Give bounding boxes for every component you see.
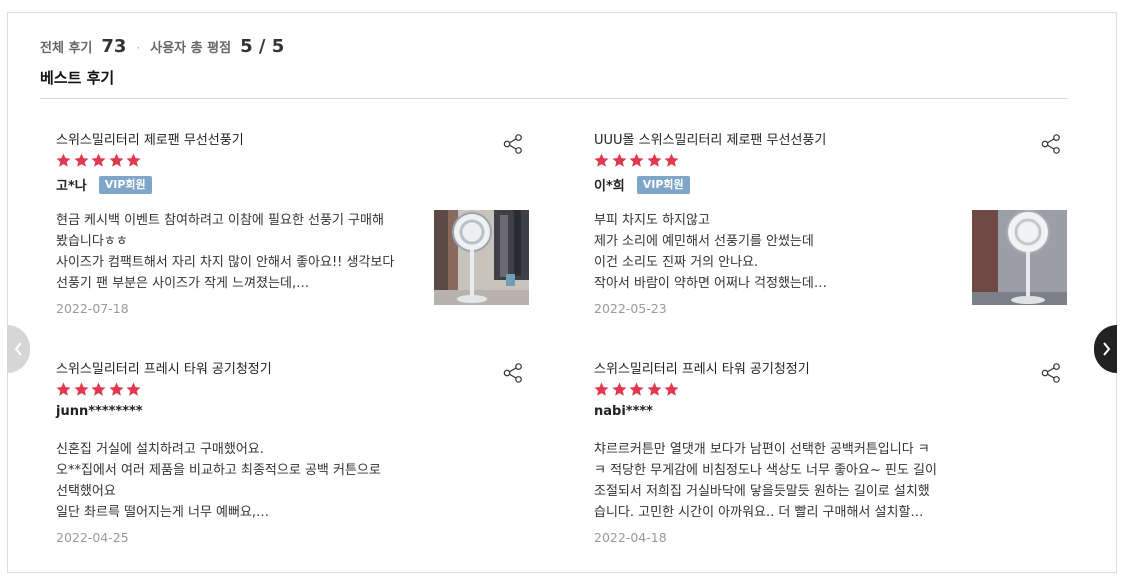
reviewer-name: 이*희	[594, 179, 625, 194]
rating-stars	[55, 152, 143, 169]
review-text-line: 챠르르커튼만 열댓개 보다가 남편이 선택한 공백커튼입니다 ㅋ	[594, 442, 930, 457]
review-date: 2022-05-23	[594, 301, 667, 316]
star-icon	[628, 152, 645, 169]
review-text-line: 이건 소리도 진짜 거의 안나요.	[594, 255, 759, 270]
share-icon[interactable]	[502, 133, 524, 155]
review-date: 2022-04-18	[594, 530, 667, 545]
star-icon	[55, 152, 72, 169]
star-icon	[593, 152, 610, 169]
review-text[interactable]: 부피 차지도 하지않고 제가 소리에 예민해서 선풍기를 안썼는데 이건 소리도…	[594, 210, 954, 294]
review-summary: 전체 후기 73 · 사용자 총 평점 5 / 5	[40, 36, 284, 57]
review-photo[interactable]	[972, 210, 1067, 305]
review-product-name[interactable]: 스위스밀리터리 프레시 타워 공기청정기	[594, 358, 810, 377]
chevron-right-icon	[1102, 342, 1110, 356]
share-icon[interactable]	[502, 362, 524, 384]
review-text-line: 조절되서 저희집 거실바닥에 닿을듯말듯 원하는 길이로 설치했	[594, 484, 930, 499]
star-icon	[593, 381, 610, 398]
best-reviews-title: 베스트 후기	[40, 69, 115, 87]
star-icon	[663, 381, 680, 398]
review-text-line: ㅋ 적당한 무게감에 비침정도나 색상도 너무 좋아요~ 핀도 길이	[594, 463, 937, 478]
review-text-line: 현금 케시백 이벤트 참여하려고 이참에 필요한 선풍기 구매해	[56, 213, 384, 228]
review-card[interactable]: 스위스밀리터리 제로팬 무선선풍기 고*나 VIP회원 현금 케시백 이벤트 참…	[56, 129, 546, 344]
review-text[interactable]: 현금 케시백 이벤트 참여하려고 이참에 필요한 선풍기 구매해 봤습니다ㅎㅎ …	[56, 210, 416, 294]
star-icon	[611, 381, 628, 398]
review-text-line: 선택했어요	[56, 484, 116, 499]
review-card[interactable]: 스위스밀리터리 프레시 타워 공기청정기 junn******** 신혼집 거실…	[56, 358, 546, 573]
review-text-line: 작아서 바람이 약하면 어쩌나 걱정했는데…	[594, 276, 827, 291]
star-icon	[55, 381, 72, 398]
star-icon	[611, 152, 628, 169]
review-text[interactable]: 신혼집 거실에 설치하려고 구매했어요. 오**집에서 여러 제품을 비교하고 …	[56, 439, 416, 523]
star-icon	[646, 381, 663, 398]
star-icon	[125, 152, 142, 169]
review-text-line: 오**집에서 여러 제품을 비교하고 최종적으로 공백 커튼으로	[56, 463, 381, 478]
review-product-name[interactable]: 스위스밀리터리 제로팬 무선선풍기	[56, 129, 244, 148]
star-icon	[108, 381, 125, 398]
total-reviews-count: 73	[101, 36, 127, 57]
star-icon	[73, 152, 90, 169]
reviewer: junn********	[56, 404, 143, 419]
vip-badge: VIP회원	[636, 175, 690, 194]
review-text-line: 부피 차지도 하지않고	[594, 213, 710, 228]
review-text-line: 제가 소리에 예민해서 선풍기를 안썼는데	[594, 234, 814, 249]
summary-separator: ·	[136, 41, 141, 55]
review-date: 2022-07-18	[56, 301, 129, 316]
star-icon	[663, 152, 680, 169]
average-rating-label: 사용자 총 평점	[150, 41, 232, 56]
review-photo[interactable]	[434, 210, 529, 305]
star-icon	[125, 381, 142, 398]
review-text-line: 일단 촤르륵 떨어지는게 너무 예뻐요,…	[56, 505, 270, 520]
rating-stars	[593, 152, 681, 169]
share-icon[interactable]	[1040, 133, 1062, 155]
section-divider	[40, 98, 1068, 99]
star-icon	[90, 381, 107, 398]
star-icon	[108, 152, 125, 169]
review-product-name[interactable]: 스위스밀리터리 프레시 타워 공기청정기	[56, 358, 272, 377]
average-rating-value: 5 / 5	[240, 36, 285, 57]
rating-stars	[55, 381, 143, 398]
reviewer-name: nabi****	[594, 404, 653, 419]
share-icon[interactable]	[1040, 362, 1062, 384]
reviewer-name: junn********	[56, 404, 143, 419]
star-icon	[628, 381, 645, 398]
review-date: 2022-04-25	[56, 530, 129, 545]
vip-badge: VIP회원	[98, 175, 152, 194]
reviewer: 고*나 VIP회원	[56, 175, 152, 194]
reviewer: nabi****	[594, 404, 653, 419]
review-text[interactable]: 챠르르커튼만 열댓개 보다가 남편이 선택한 공백커튼입니다 ㅋ ㅋ 적당한 무…	[594, 439, 954, 523]
review-card[interactable]: UUU몰 스위스밀리터리 제로팬 무선선풍기 이*희 VIP회원 부피 차지도 …	[594, 129, 1084, 344]
reviewer: 이*희 VIP회원	[594, 175, 690, 194]
total-reviews-label: 전체 후기	[40, 41, 93, 56]
review-product-name[interactable]: UUU몰 스위스밀리터리 제로팬 무선선풍기	[594, 129, 826, 148]
chevron-left-icon	[14, 342, 22, 356]
review-text-line: 습니다. 고민한 시간이 아까워요.. 더 빨리 구매해서 설치할…	[594, 505, 924, 520]
review-text-line: 봤습니다ㅎㅎ	[56, 234, 128, 249]
star-icon	[646, 152, 663, 169]
review-text-line: 신혼집 거실에 설치하려고 구매했어요.	[56, 442, 264, 457]
star-icon	[90, 152, 107, 169]
review-card[interactable]: 스위스밀리터리 프레시 타워 공기청정기 nabi**** 챠르르커튼만 열댓개…	[594, 358, 1084, 573]
reviewer-name: 고*나	[56, 179, 87, 194]
review-text-line: 사이즈가 컴팩트해서 자리 차지 많이 안해서 좋아요!! 생각보다	[56, 255, 395, 270]
star-icon	[73, 381, 90, 398]
review-text-line: 선풍기 팬 부분은 사이즈가 작게 느껴졌는데,…	[56, 276, 310, 291]
rating-stars	[593, 381, 681, 398]
